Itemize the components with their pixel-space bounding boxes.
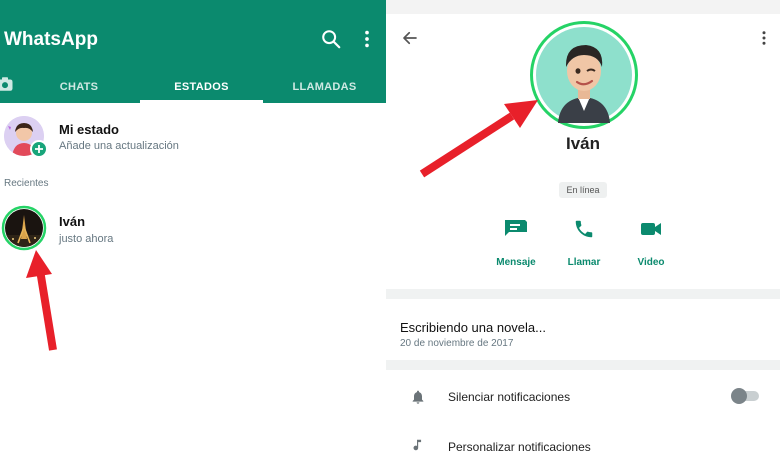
mute-notifications-label: Silenciar notificaciones xyxy=(448,390,571,404)
eiffel-tower-photo xyxy=(5,209,43,247)
message-button[interactable]: Mensaje xyxy=(486,218,546,268)
more-options-icon[interactable] xyxy=(356,28,378,50)
custom-notifications-label[interactable]: Personalizar notificaciones xyxy=(448,440,591,454)
app-header: WhatsApp CHATS ESTADOS LLAMADAS xyxy=(0,0,386,103)
status-bar-strip xyxy=(386,0,780,14)
video-button-label: Video xyxy=(637,257,665,268)
memoji-avatar xyxy=(536,27,632,123)
about-text: Escribiendo una novela... xyxy=(400,320,546,335)
app-title: WhatsApp xyxy=(4,29,98,50)
call-button[interactable]: Llamar xyxy=(554,218,614,268)
recent-status-time: justo ahora xyxy=(59,233,114,245)
tab-bar: CHATS ESTADOS LLAMADAS xyxy=(0,70,386,103)
contact-status-thumbnail xyxy=(5,209,43,247)
back-arrow-icon[interactable] xyxy=(401,29,419,47)
my-status-title: Mi estado xyxy=(59,122,119,137)
profile-photo[interactable] xyxy=(530,21,638,129)
recent-section-label: Recientes xyxy=(4,178,49,189)
screenshot-composite: WhatsApp CHATS ESTADOS LLAMADAS Mi estad… xyxy=(0,0,780,469)
search-icon[interactable] xyxy=(320,28,342,50)
more-options-icon[interactable] xyxy=(755,29,773,47)
my-status-row[interactable]: Mi estado Añade una actualización xyxy=(0,110,386,165)
phone-icon xyxy=(575,220,593,238)
tab-estados[interactable]: ESTADOS xyxy=(140,70,263,103)
call-button-label: Llamar xyxy=(567,257,601,268)
mute-toggle-knob[interactable] xyxy=(731,388,747,404)
bell-icon xyxy=(412,390,424,404)
status-list-screen: WhatsApp CHATS ESTADOS LLAMADAS Mi estad… xyxy=(0,0,386,469)
contact-name: Iván xyxy=(565,134,601,153)
presence-badge: En línea xyxy=(559,182,607,198)
annotation-arrow-left xyxy=(26,250,57,351)
section-divider xyxy=(386,289,780,299)
message-button-label: Mensaje xyxy=(496,257,536,268)
video-button[interactable]: Video xyxy=(621,218,681,268)
music-note-icon xyxy=(413,439,422,451)
section-divider xyxy=(386,360,780,370)
tab-llamadas[interactable]: LLAMADAS xyxy=(263,70,386,103)
tab-chats[interactable]: CHATS xyxy=(18,70,140,103)
about-date: 20 de noviembre de 2017 xyxy=(400,338,514,349)
add-status-icon[interactable] xyxy=(30,140,48,158)
recent-status-row[interactable]: Iván justo ahora xyxy=(0,200,386,256)
active-tab-indicator xyxy=(140,100,263,103)
contact-info-screen: Iván En línea Mensaje Llamar Video Escri… xyxy=(386,0,780,469)
my-status-subtitle: Añade una actualización xyxy=(59,140,179,152)
video-icon xyxy=(641,223,661,235)
camera-icon[interactable] xyxy=(0,75,14,93)
message-icon xyxy=(505,220,527,236)
recent-status-name: Iván xyxy=(59,214,86,229)
